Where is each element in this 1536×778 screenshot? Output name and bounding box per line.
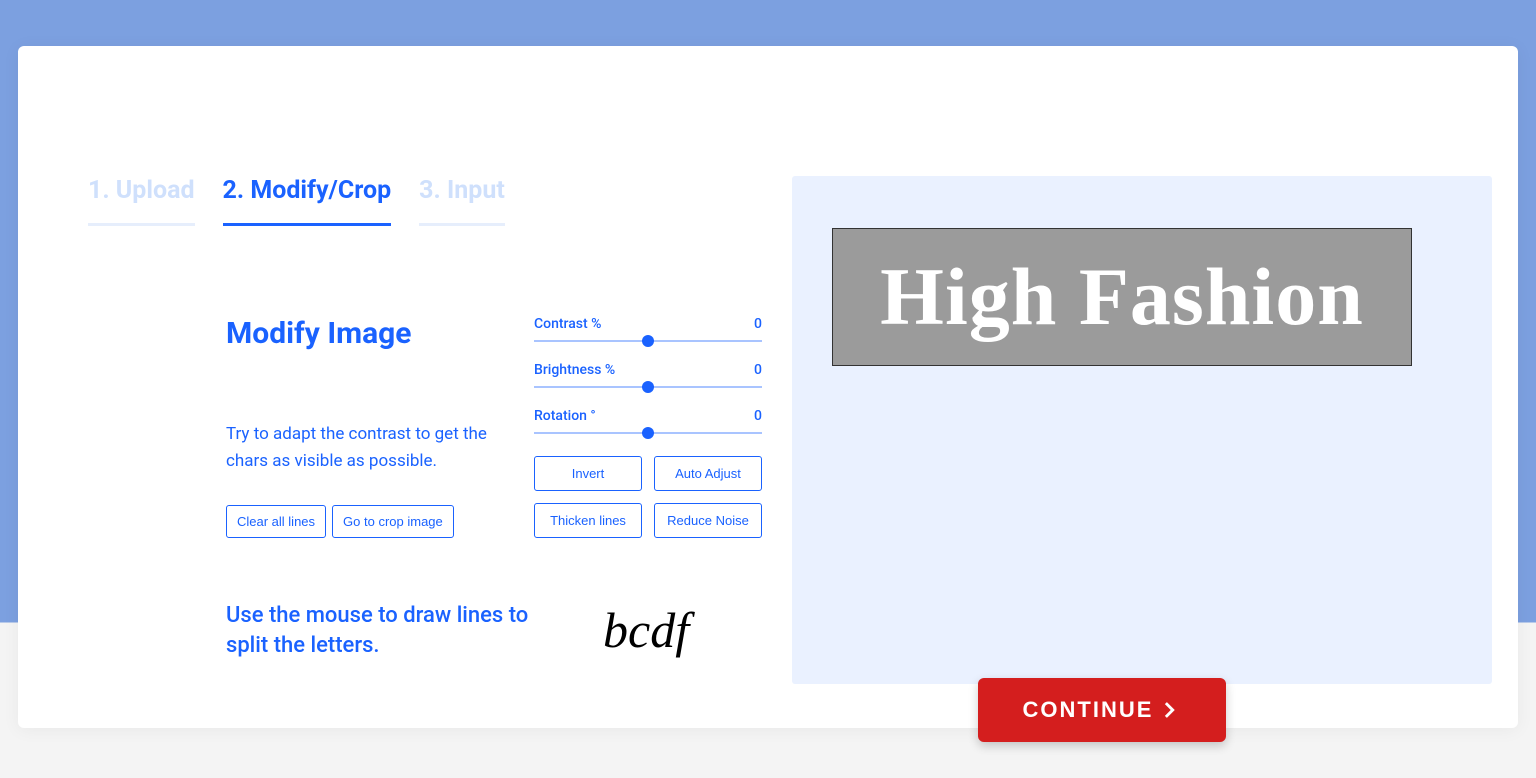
cursive-sample: bcdf — [603, 601, 689, 659]
auto-adjust-button[interactable]: Auto Adjust — [654, 456, 762, 491]
continue-button[interactable]: CONTINUE — [978, 678, 1226, 742]
modify-help-text: Try to adapt the contrast to get the cha… — [226, 421, 496, 475]
go-to-crop-button[interactable]: Go to crop image — [332, 505, 454, 538]
reduce-noise-button[interactable]: Reduce Noise — [654, 503, 762, 538]
clear-all-lines-button[interactable]: Clear all lines — [226, 505, 326, 538]
modify-section: Modify Image Try to adapt the contrast t… — [226, 316, 496, 538]
step-tabs: 1. Upload 2. Modify/Crop 3. Input — [88, 176, 505, 226]
tab-modify-crop[interactable]: 2. Modify/Crop — [223, 176, 392, 226]
invert-button[interactable]: Invert — [534, 456, 642, 491]
tab-input[interactable]: 3. Input — [419, 176, 505, 226]
rotation-slider[interactable] — [534, 432, 762, 434]
continue-label: CONTINUE — [1023, 697, 1154, 723]
rotation-value: 0 — [754, 408, 762, 424]
contrast-value: 0 — [754, 316, 762, 332]
preview-image[interactable]: High Fashion — [832, 228, 1412, 366]
contrast-slider-group: Contrast % 0 — [534, 316, 762, 342]
rotation-slider-group: Rotation ° 0 — [534, 408, 762, 434]
rotation-label: Rotation ° — [534, 408, 596, 424]
brightness-value: 0 — [754, 362, 762, 378]
contrast-label: Contrast % — [534, 316, 601, 332]
preview-panel: High Fashion — [792, 176, 1492, 684]
brightness-label: Brightness % — [534, 362, 615, 378]
draw-lines-hint: Use the mouse to draw lines to split the… — [226, 601, 566, 660]
contrast-slider[interactable] — [534, 340, 762, 342]
thicken-lines-button[interactable]: Thicken lines — [534, 503, 642, 538]
main-card: 1. Upload 2. Modify/Crop 3. Input Modify… — [18, 46, 1518, 728]
brightness-slider[interactable] — [534, 386, 762, 388]
preview-image-text: High Fashion — [880, 250, 1364, 344]
tab-upload[interactable]: 1. Upload — [88, 176, 195, 226]
brightness-slider-group: Brightness % 0 — [534, 362, 762, 388]
chevron-right-icon — [1159, 699, 1181, 721]
modify-heading: Modify Image — [226, 316, 496, 351]
sliders-section: Contrast % 0 Brightness % 0 Rotation ° 0… — [534, 316, 762, 538]
